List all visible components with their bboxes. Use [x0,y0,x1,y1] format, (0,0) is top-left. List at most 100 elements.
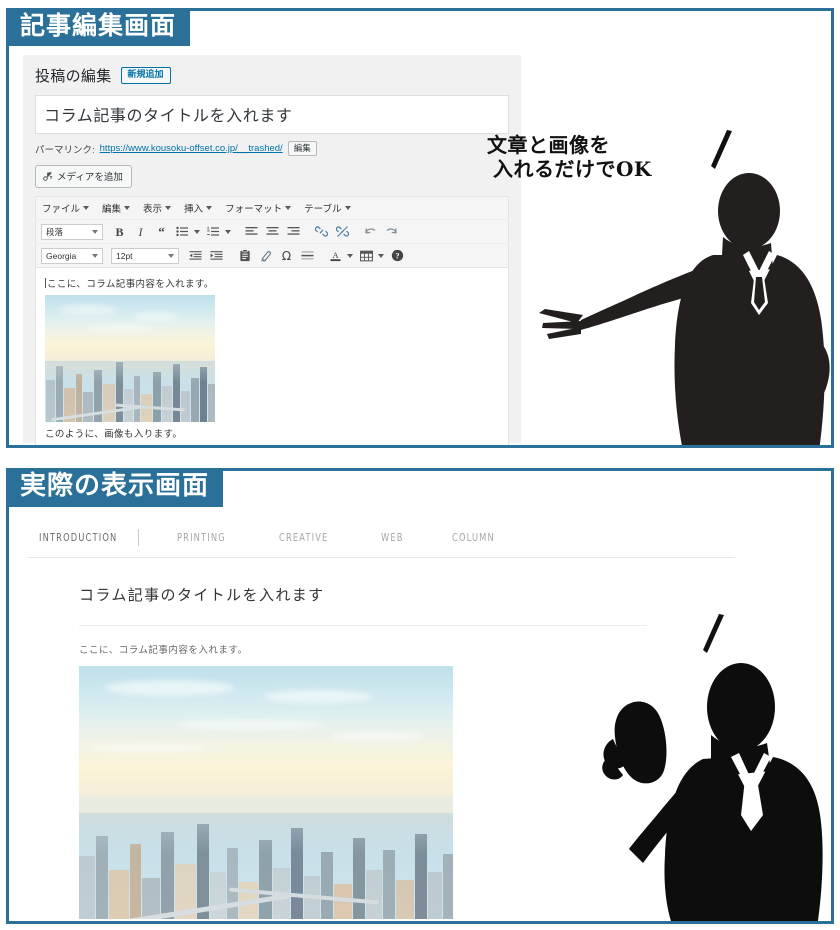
businessman-silhouette-pointing [539,173,830,445]
chevron-down-icon [92,253,98,258]
bold-icon[interactable]: B [111,223,128,240]
chevron-down-icon [206,206,213,211]
unlink-icon[interactable] [334,223,351,240]
link-icon[interactable] [313,223,330,240]
menu-table[interactable]: テーブル [304,201,351,216]
table-icon[interactable] [358,247,375,264]
svg-text:A: A [332,251,338,260]
paste-text-icon[interactable] [236,247,253,264]
media-row: メディアを追加 [35,165,509,189]
menu-file-label: ファイル [42,204,81,216]
add-media-button[interactable]: メディアを追加 [35,165,132,189]
panel-edit-screen: 記事編集画面 投稿の編集 新規追加 コラム記事のタイトルを入れます パーマリンク… [6,8,834,448]
article-title: コラム記事のタイトルを入れます [79,587,325,604]
align-left-icon[interactable] [243,223,260,240]
page-root: 記事編集画面 投稿の編集 新規追加 コラム記事のタイトルを入れます パーマリンク… [0,0,840,930]
text-color-chevron-down-icon[interactable] [345,247,354,264]
undo-icon[interactable] [362,223,379,240]
permalink-edit-button[interactable]: 編集 [287,141,317,157]
chevron-down-icon [168,253,174,258]
format-select-value: 段落 [46,226,64,237]
chevron-down-icon [124,206,131,211]
blockquote-icon[interactable]: “ [153,223,170,240]
chevron-down-icon [285,206,292,211]
editor-paragraph-2: このように、画像も入ります。 [45,429,183,441]
slash-mark-icon [711,130,732,169]
font-size-select[interactable]: 12pt [111,247,179,264]
text-color-icon[interactable]: A [327,247,344,264]
post-title-input[interactable]: コラム記事のタイトルを入れます [35,95,509,134]
menu-insert-label: 挿入 [184,204,204,216]
editor-menubar: ファイル 編集 表示 挿入 フォーマット テーブル [35,196,509,220]
menu-insert[interactable]: 挿入 [184,201,213,216]
permalink-label: パーマリンク: [35,144,95,156]
permalink-row: パーマリンク: https://www.kousoku-offset.co.jp… [35,141,509,157]
menu-edit[interactable]: 編集 [102,201,131,216]
special-character-icon[interactable]: Ω [278,247,295,264]
photo-cityscape [79,812,453,919]
annotation-top: 文章と画像を 入れるだけでOK [487,133,652,182]
menu-table-label: テーブル [304,204,342,216]
bullet-list-icon[interactable] [174,223,191,240]
photo-cloud [175,720,325,730]
panel-view-badge: 実際の表示画面 [9,471,224,507]
nav-item-introduction[interactable]: INTRODUCTION [39,532,117,544]
article-title-divider [79,625,647,626]
indent-icon[interactable] [208,247,225,264]
panel-edit-badge: 記事編集画面 [9,11,191,46]
table-chevron-down-icon[interactable] [376,247,385,264]
bullet-list-chevron-down-icon[interactable] [192,223,201,240]
photo-cityscape [45,361,215,423]
menu-format-label: フォーマット [225,204,283,216]
photo-cloud [263,690,373,703]
nav-item-creative[interactable]: CREATIVE [279,532,328,544]
numbered-list-icon[interactable] [205,223,222,240]
nav-item-web[interactable]: WEB [381,532,404,544]
editor-header-row: 投稿の編集 新規追加 [35,65,509,86]
menu-format[interactable]: フォーマット [225,201,292,216]
help-icon[interactable]: ? [389,247,406,264]
add-new-button[interactable]: 新規追加 [120,67,171,84]
editor-toolbar-row-1: 段落 B I “ [35,219,509,244]
page-title: 投稿の編集 [35,68,112,85]
businessman-silhouette-fist [602,663,823,921]
chevron-down-icon [92,229,98,234]
wordpress-editor: 投稿の編集 新規追加 コラム記事のタイトルを入れます パーマリンク: https… [23,55,521,445]
site-navigation: INTRODUCTION PRINTING CREATIVE WEB COLUM… [27,519,735,558]
outdent-icon[interactable] [187,247,204,264]
media-icon [42,171,53,182]
permalink-url-link[interactable]: https://www.kousoku-offset.co.jp/__trash… [100,143,283,154]
align-right-icon[interactable] [285,223,302,240]
add-media-label: メディアを追加 [57,172,123,184]
font-family-select[interactable]: Georgia [41,247,103,264]
chevron-down-icon [165,206,172,211]
italic-icon[interactable]: I [132,223,149,240]
nav-item-column[interactable]: COLUMN [452,532,495,544]
numbered-list-chevron-down-icon[interactable] [223,223,232,240]
editor-inline-image[interactable] [45,295,215,423]
photo-cloud [89,744,209,752]
format-select[interactable]: 段落 [41,223,103,240]
chevron-down-icon [83,206,90,211]
article-body: ここに、コラム記事内容を入れます。 [79,645,248,656]
nav-item-printing[interactable]: PRINTING [177,532,226,544]
clear-formatting-icon[interactable] [257,247,274,264]
redo-icon[interactable] [383,223,400,240]
editor-content-area[interactable]: ここに、コラム記事内容を入れます。 このように、画像も入ります。 [35,268,509,445]
menu-edit-label: 編集 [102,204,122,216]
annotation-top-line1: 文章と画像を [487,133,610,157]
editor-paragraph-1-text: ここに、コラム記事内容を入れます。 [47,279,214,291]
annotation-top-line2: 入れるだけでOK [493,157,652,182]
align-center-icon[interactable] [264,223,281,240]
article-image [79,666,453,919]
text-cursor-icon [45,278,46,289]
horizontal-rule-icon[interactable] [299,247,316,264]
editor-toolbar-row-2: Georgia 12pt Ω A ? [35,243,509,269]
menu-view-label: 表示 [143,204,163,216]
menu-view[interactable]: 表示 [143,201,172,216]
panel-live-site: 実際の表示画面 INTRODUCTION PRINTING CREATIVE W… [6,468,834,924]
photo-cloud [329,732,425,741]
font-family-value: Georgia [46,250,77,261]
menu-file[interactable]: ファイル [42,201,90,216]
chevron-down-icon [344,206,351,211]
